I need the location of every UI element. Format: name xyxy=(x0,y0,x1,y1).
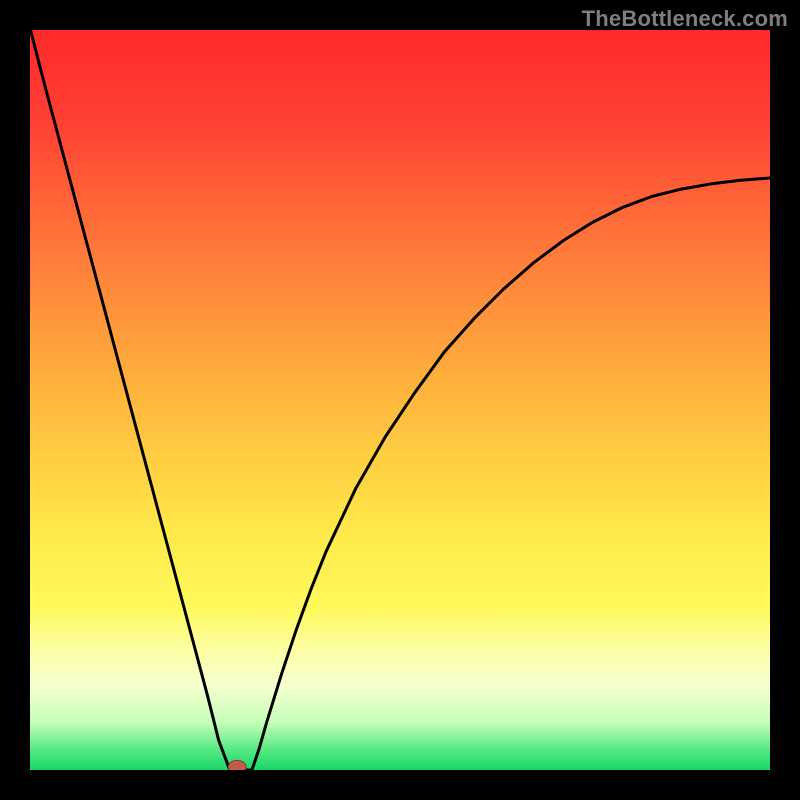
chart-frame: TheBottleneck.com xyxy=(0,0,800,800)
watermark-text: TheBottleneck.com xyxy=(582,6,788,32)
optimal-point-marker xyxy=(228,760,246,770)
chart-svg xyxy=(30,30,770,770)
gradient-background xyxy=(30,30,770,770)
plot-area xyxy=(30,30,770,770)
